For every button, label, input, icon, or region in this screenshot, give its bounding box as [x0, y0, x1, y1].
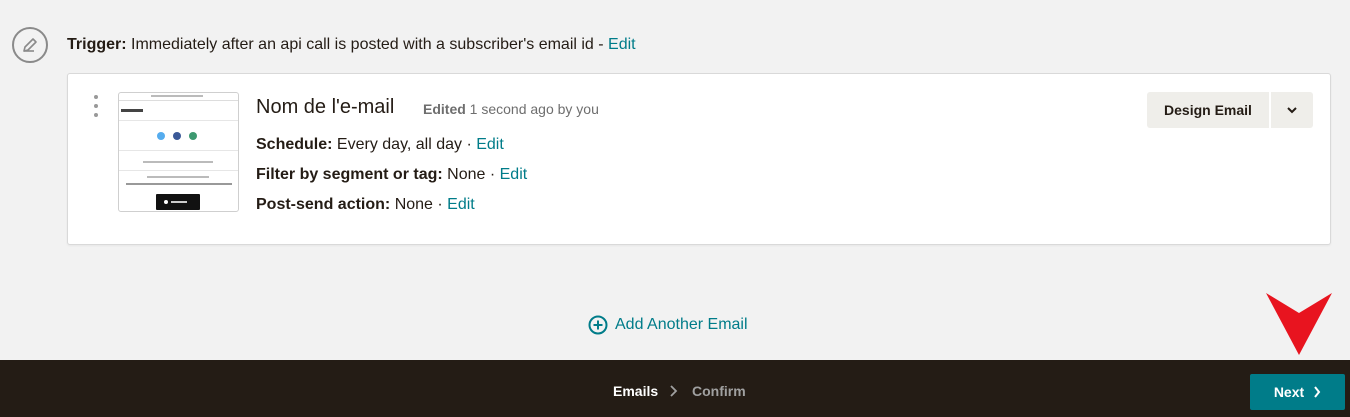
filter-label: Filter by segment or tag:: [256, 166, 443, 183]
post-send-label: Post-send action:: [256, 196, 391, 213]
design-email-button[interactable]: Design Email: [1147, 92, 1269, 128]
post-send-row: Post-send action: None · Edit: [256, 195, 475, 215]
post-send-value: None ·: [394, 196, 448, 213]
add-another-email-button[interactable]: Add Another Email: [588, 314, 748, 336]
email-thumbnail[interactable]: [118, 92, 239, 212]
step-confirm[interactable]: Confirm: [692, 382, 746, 400]
post-send-edit-link[interactable]: Edit: [447, 196, 475, 213]
trigger-text: Trigger: Immediately after an api call i…: [67, 35, 636, 55]
filter-edit-link[interactable]: Edit: [500, 166, 528, 183]
email-name: Nom de l'e-mail: [256, 96, 395, 118]
next-button[interactable]: Next: [1250, 374, 1345, 410]
trigger-edit-link[interactable]: Edit: [608, 36, 636, 53]
edit-trigger-button[interactable]: [12, 27, 48, 63]
edited-time: 1 second ago by you: [469, 101, 599, 117]
chevron-right-icon: [670, 385, 678, 397]
chevron-right-icon: [1314, 386, 1321, 398]
kebab-icon[interactable]: [92, 95, 100, 117]
filter-value: None ·: [447, 166, 500, 183]
edited-label: Edited: [423, 101, 466, 117]
footer-bar: Emails Confirm Next: [0, 360, 1350, 417]
design-email-dropdown[interactable]: [1271, 92, 1313, 128]
chevron-down-icon: [1287, 106, 1297, 113]
email-card: Nom de l'e-mail Edited 1 second ago by y…: [67, 73, 1331, 245]
add-another-email-label: Add Another Email: [615, 316, 748, 333]
schedule-value: Every day, all day ·: [336, 136, 477, 153]
step-emails[interactable]: Emails: [613, 382, 658, 400]
plus-circle-icon: [588, 315, 608, 335]
schedule-row: Schedule: Every day, all day · Edit: [256, 135, 504, 155]
trigger-row: Trigger: Immediately after an api call i…: [0, 0, 1350, 74]
schedule-label: Schedule:: [256, 136, 333, 153]
edited-status: Edited 1 second ago by you: [423, 100, 599, 118]
next-label: Next: [1273, 384, 1305, 400]
trigger-label: Trigger:: [67, 36, 127, 53]
filter-row: Filter by segment or tag: None · Edit: [256, 165, 527, 185]
arrow-down-indicator: [1266, 293, 1332, 355]
schedule-edit-link[interactable]: Edit: [476, 136, 504, 153]
trigger-description: Immediately after an api call is posted …: [131, 36, 609, 53]
pencil-icon: [23, 38, 37, 52]
